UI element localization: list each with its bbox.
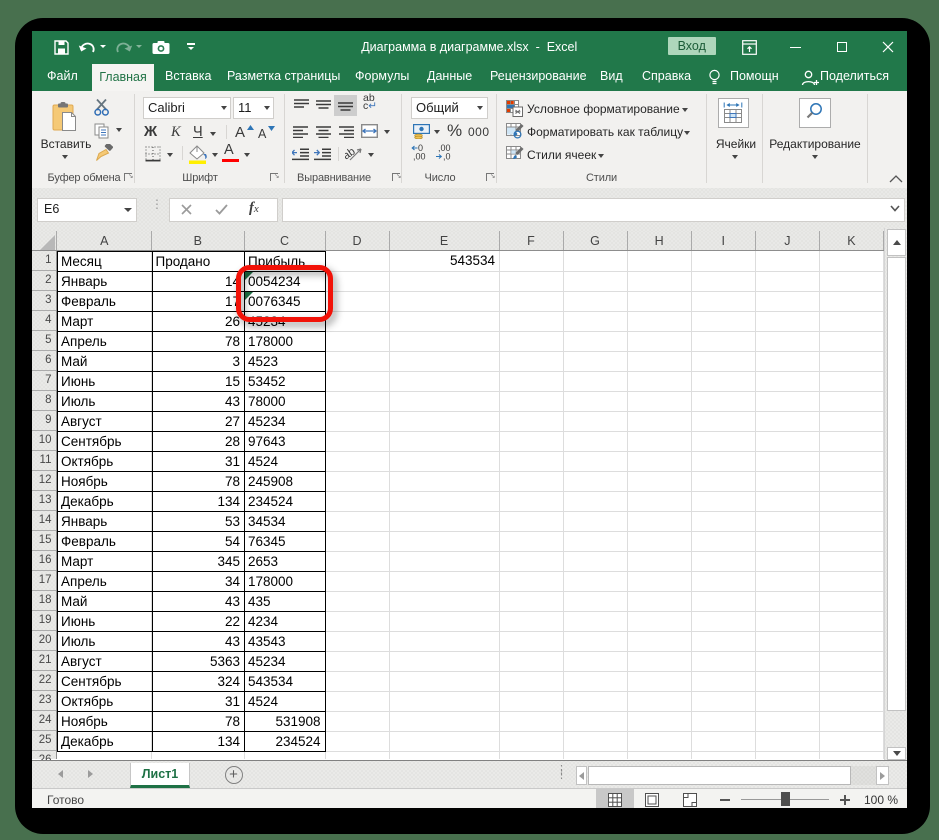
svg-text:,0: ,0 [443, 151, 451, 161]
svg-text:,00: ,00 [413, 151, 426, 161]
